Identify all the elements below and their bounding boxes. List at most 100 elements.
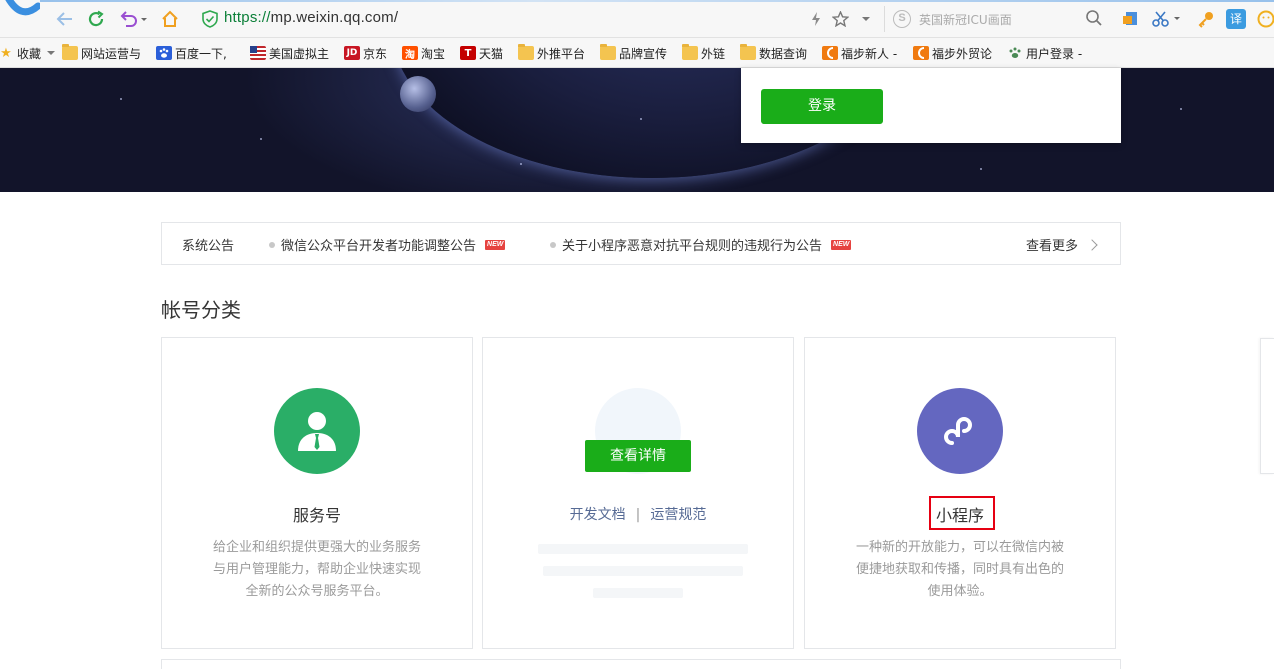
bookmark-folder-brand[interactable]: 品牌宣传 [600,44,667,62]
browser-toolbar: https://mp.weixin.qq.com/ S 英国新冠ICU画面 译 [0,0,1274,38]
url-host: mp.weixin.qq.com/ [270,9,399,26]
bookmark-fob-newbie[interactable]: 福步新人 - [822,44,897,62]
address-dropdown-icon[interactable] [856,9,876,29]
view-details-button[interactable]: 查看详情 [585,440,691,472]
bookmark-label: 用户登录 - [1026,46,1083,61]
star-icon: ★ [0,45,12,61]
new-badge: NEW [831,239,852,250]
card-description-line: 使用体验。 [927,584,993,599]
highlight-box [929,496,995,530]
card-description: 给企业和组织提供更强大的业务服务 与用户管理能力，帮助企业快速实现 全新的公众号… [192,537,442,603]
bullet-dot-icon [269,241,275,248]
faded-description [543,566,743,576]
bookmark-label: 天猫 [479,46,504,61]
dev-docs-link[interactable]: 开发文档 [570,507,626,523]
search-box[interactable]: S 英国新冠ICU画面 [884,6,1106,32]
star-decoration [120,98,122,100]
bookmark-label: 收藏 [17,46,42,61]
undo-close-tab-icon[interactable] [118,9,148,29]
bookmark-folder-links[interactable]: 外链 [682,44,725,62]
star-decoration [520,163,522,165]
new-badge: NEW [485,239,506,250]
jd-icon: JD [344,46,360,60]
card-subscription-hover[interactable]: 查看详情 开发文档 | 运营规范 [482,337,794,649]
login-panel: 登录 [741,68,1121,143]
taobao-icon: 淘 [402,46,418,61]
bookmark-jd[interactable]: JD 京东 [344,44,387,62]
favorite-star-icon[interactable] [830,9,850,29]
card-mini-program[interactable]: 小程序 一种新的开放能力，可以在微信内被 便捷地获取和传播，同时具有出色的 使用… [804,337,1116,649]
star-decoration [640,118,642,120]
view-more-link[interactable]: 查看更多 [1026,235,1098,254]
extension-sync-icon[interactable] [1120,9,1140,29]
bookmark-label: 淘宝 [421,46,446,61]
link-separator: | [635,507,641,523]
star-decoration [1180,108,1182,110]
home-icon[interactable] [160,9,180,29]
screenshot-scissors-icon[interactable] [1150,9,1182,29]
bookmark-label: 数据查询 [759,46,808,61]
chevron-down-icon [47,51,56,55]
chevron-right-icon [1086,238,1098,251]
bookmarks-bar: ★ 收藏 网站运营与 百度一下, 美国虚拟主 JD 京东 淘 淘宝 T 天猫 外… [0,38,1274,68]
system-notice-bar: 系统公告 微信公众平台开发者功能调整公告 NEW 关于小程序恶意对抗平台规则的违… [161,222,1121,265]
bookmark-label: 品牌宣传 [619,46,668,61]
fobshanghai-icon [822,46,838,60]
search-engine-logo-icon[interactable]: S [893,10,911,28]
floating-side-tab[interactable] [1260,338,1274,474]
bookmark-fob-forum[interactable]: 福步外贸论 [913,44,992,62]
search-icon[interactable] [1085,9,1103,27]
notice-item-text: 微信公众平台开发者功能调整公告 [281,239,477,254]
next-row-card-edge [161,659,1121,669]
key-icon[interactable] [1196,9,1216,29]
card-service-account[interactable]: 服务号 给企业和组织提供更强大的业务服务 与用户管理能力，帮助企业快速实现 全新… [161,337,473,649]
back-icon[interactable] [55,9,75,29]
star-decoration [260,138,262,140]
bookmark-taobao[interactable]: 淘 淘宝 [402,44,445,62]
bookmark-user-login[interactable]: 用户登录 - [1007,44,1082,62]
mini-program-icon [917,388,1003,474]
card-title: 服务号 [292,506,341,525]
card-description-line: 一种新的开放能力，可以在微信内被 [855,540,1064,555]
secure-shield-icon [202,10,218,28]
notice-item[interactable]: 微信公众平台开发者功能调整公告 NEW [269,235,506,254]
faded-description [538,544,748,554]
lightning-icon[interactable] [806,9,826,29]
service-account-icon [274,388,360,474]
toolbar-top-accent [40,0,1274,2]
baidu-icon [156,46,172,60]
bookmark-label: 福步新人 - [841,46,898,61]
card-description-line: 给企业和组织提供更强大的业务服务 [212,540,421,555]
card-links: 开发文档 | 运营规范 [483,504,793,524]
bookmark-label: 京东 [363,46,388,61]
search-input[interactable]: 英国新冠ICU画面 [919,11,1012,28]
login-button[interactable]: 登录 [761,89,883,124]
view-more-label: 查看更多 [1026,239,1079,254]
address-bar[interactable]: https://mp.weixin.qq.com/ [196,6,880,32]
flag-icon [250,46,266,60]
notice-item[interactable]: 关于小程序恶意对抗平台规则的违规行为公告 NEW [550,235,852,254]
bookmark-folder-data[interactable]: 数据查询 [740,44,807,62]
emoji-icon[interactable] [1256,9,1274,29]
translate-icon[interactable]: 译 [1226,9,1246,29]
operation-rules-link[interactable]: 运营规范 [650,507,706,523]
notice-item-text: 关于小程序恶意对抗平台规则的违规行为公告 [562,239,823,254]
card-description-line: 便捷地获取和传播，同时具有出色的 [855,562,1064,577]
bookmark-favorites[interactable]: ★ 收藏 [0,44,56,62]
bookmark-folder-promotion[interactable]: 外推平台 [518,44,585,62]
bookmark-folder-operations[interactable]: 网站运营与 [62,44,141,62]
card-description-line: 与用户管理能力，帮助企业快速实现 [212,562,421,577]
bookmark-label: 美国虚拟主 [269,46,330,61]
folder-icon [62,44,78,60]
folder-icon [740,44,756,60]
card-description: 一种新的开放能力，可以在微信内被 便捷地获取和传播，同时具有出色的 使用体验。 [835,537,1085,603]
folder-icon [600,44,616,60]
bookmark-tmall[interactable]: T 天猫 [460,44,503,62]
paw-icon [1007,46,1023,60]
fobshanghai-icon [913,46,929,60]
bookmark-label: 网站运营与 [81,46,142,61]
bookmark-us-host[interactable]: 美国虚拟主 [250,44,329,62]
bookmark-baidu[interactable]: 百度一下, [156,44,227,62]
notice-label: 系统公告 [182,239,235,254]
refresh-icon[interactable] [86,9,106,29]
